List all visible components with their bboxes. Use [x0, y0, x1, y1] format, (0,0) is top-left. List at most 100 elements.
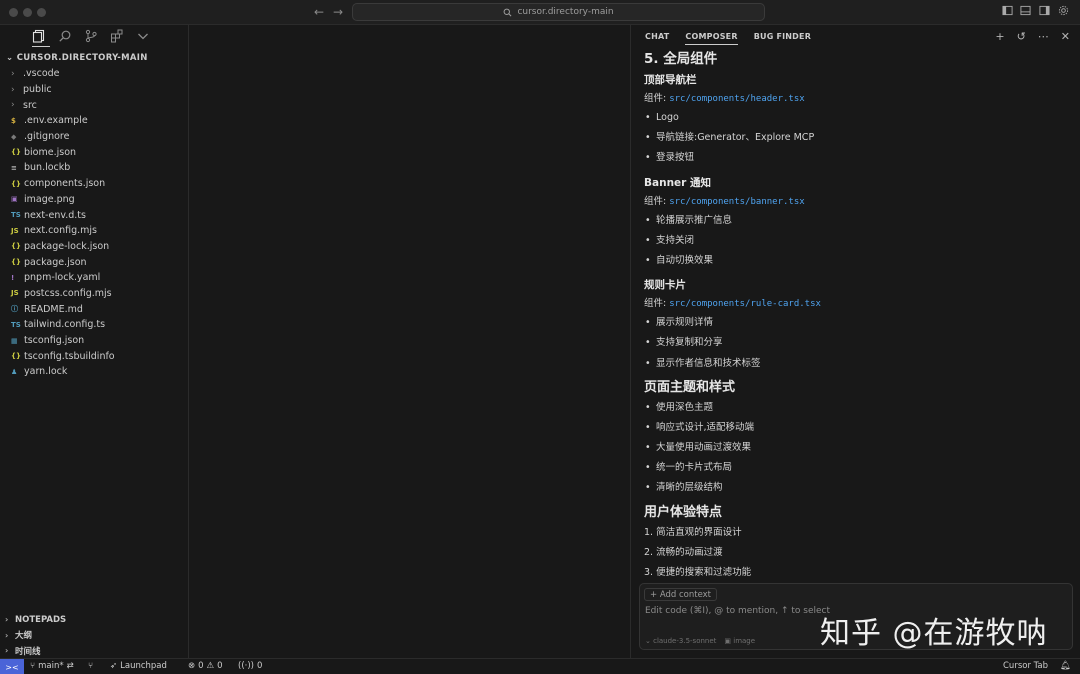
- file-type-icon: TS: [11, 211, 21, 220]
- tree-item-label: image.png: [24, 193, 75, 205]
- activity-bar: [32, 29, 150, 43]
- tree-file[interactable]: ▦ tsconfig.json: [0, 333, 189, 349]
- file-type-icon: {}: [11, 179, 21, 188]
- explorer-section[interactable]: › 大纲: [0, 628, 189, 644]
- close-window-button[interactable]: [9, 8, 18, 17]
- file-type-icon: ≡: [11, 163, 17, 172]
- composer-meta: ⌄ claude-3.5-sonnet ▣ image: [645, 637, 755, 645]
- command-center-search[interactable]: cursor.directory-main: [352, 3, 765, 21]
- chevron-down-icon: ⌄: [6, 53, 14, 63]
- tree-file[interactable]: ♟ yarn.lock: [0, 364, 189, 380]
- tree-file[interactable]: TS tailwind.config.ts: [0, 317, 189, 333]
- tree-file[interactable]: {} biome.json: [0, 144, 189, 160]
- watermark-text: 知乎 @在游牧呐: [820, 616, 1048, 651]
- tab-bug-finder[interactable]: BUG FINDER: [754, 32, 811, 45]
- toggle-panel-icon[interactable]: [1020, 5, 1031, 16]
- back-arrow-icon[interactable]: ←: [314, 5, 324, 19]
- bullet-item: 轮播展示推广信息: [644, 211, 1069, 231]
- bullet-item: Logo: [644, 108, 1069, 128]
- branch-name: main*: [38, 661, 64, 671]
- bullet-item: 清晰的层级结构: [644, 478, 1069, 498]
- chevron-down-icon[interactable]: [136, 29, 150, 43]
- tab-composer[interactable]: COMPOSER: [685, 32, 738, 45]
- file-type-icon: !: [11, 273, 15, 282]
- notifications-bell-icon[interactable]: 🔔︎: [1060, 661, 1071, 671]
- history-icon[interactable]: ↺: [1017, 30, 1026, 43]
- numbered-item: 2. 流畅的动画过渡: [644, 546, 723, 558]
- branch-indicator[interactable]: ⑂ main* ⇄: [30, 661, 74, 671]
- remote-indicator-icon[interactable]: ><: [0, 659, 24, 674]
- component-label: 组件:: [644, 298, 667, 310]
- problems-indicator[interactable]: ⊗ 0 ⚠ 0: [188, 661, 223, 671]
- chevron-right-icon: ›: [11, 84, 15, 95]
- more-actions-icon[interactable]: ⋯: [1038, 30, 1049, 43]
- tree-folder[interactable]: › public: [0, 82, 189, 98]
- component-path: src/components/header.tsx: [669, 94, 805, 104]
- tree-folder[interactable]: › src: [0, 97, 189, 113]
- tree-file[interactable]: TS next-env.d.ts: [0, 207, 189, 223]
- explorer-root-label: CURSOR.DIRECTORY-MAIN: [16, 53, 148, 63]
- file-type-icon: {}: [11, 258, 21, 267]
- tree-file[interactable]: {} package.json: [0, 254, 189, 270]
- tab-chat[interactable]: CHAT: [645, 32, 669, 45]
- numbered-item: 1. 简洁直观的界面设计: [644, 526, 742, 538]
- component-heading: 规则卡片: [644, 279, 686, 292]
- image-attach-button[interactable]: ▣ image: [724, 637, 755, 645]
- file-type-icon: ▦: [11, 336, 18, 345]
- launchpad-button[interactable]: ➶ Launchpad: [110, 661, 167, 671]
- ai-panel: CHAT COMPOSER BUG FINDER + ↺ ⋯ ✕ 5. 全局组件 顶部…: [632, 25, 1080, 658]
- bullet-item: 支持复制和分享: [644, 333, 1069, 353]
- new-chat-plus-icon[interactable]: +: [995, 30, 1004, 43]
- search-icon[interactable]: [58, 29, 72, 43]
- tree-folder[interactable]: › .vscode: [0, 66, 189, 82]
- composer-input-placeholder[interactable]: Edit code (⌘I), @ to mention, ↑ to selec…: [645, 606, 830, 616]
- rocket-icon: ➶: [110, 661, 118, 671]
- extensions-icon[interactable]: [110, 29, 124, 43]
- tree-file[interactable]: {} components.json: [0, 176, 189, 192]
- ports-indicator[interactable]: ((·)) 0: [238, 661, 262, 671]
- tree-item-label: .env.example: [24, 115, 88, 127]
- tree-file[interactable]: JS postcss.config.mjs: [0, 286, 189, 302]
- files-icon[interactable]: [32, 29, 46, 43]
- tree-file[interactable]: ⓘ README.md: [0, 301, 189, 317]
- settings-gear-icon[interactable]: [1058, 5, 1069, 16]
- tree-file[interactable]: JS next.config.mjs: [0, 223, 189, 239]
- launchpad-label: Launchpad: [120, 661, 167, 671]
- sync-icon: ⇄: [66, 661, 74, 671]
- broadcast-icon: ((·)): [238, 661, 254, 671]
- tree-file[interactable]: ! pnpm-lock.yaml: [0, 270, 189, 286]
- explorer-section[interactable]: › NOTEPADS: [0, 612, 189, 628]
- source-control-status-icon[interactable]: ⑂: [88, 661, 93, 671]
- add-context-button[interactable]: + Add context: [644, 588, 718, 601]
- model-selector[interactable]: ⌄ claude-3.5-sonnet: [645, 637, 716, 645]
- toggle-primary-sidebar-icon[interactable]: [1002, 5, 1013, 16]
- explorer-sidebar: ⌄ CURSOR.DIRECTORY-MAIN › .vscode › public ›…: [0, 25, 189, 658]
- tree-file[interactable]: $ .env.example: [0, 113, 189, 129]
- branch-icon: ⑂: [30, 661, 36, 671]
- tree-item-label: pnpm-lock.yaml: [24, 272, 101, 284]
- tree-item-label: package.json: [24, 256, 87, 268]
- close-icon[interactable]: ✕: [1061, 30, 1070, 43]
- panel-actions: + ↺ ⋯ ✕: [995, 30, 1070, 43]
- tree-file[interactable]: {} package-lock.json: [0, 239, 189, 255]
- toggle-secondary-sidebar-icon[interactable]: [1039, 5, 1050, 16]
- tree-file[interactable]: {} tsconfig.tsbuildinfo: [0, 348, 189, 364]
- file-tree: › .vscode › public › src $ .env.example ◆ .gitign…: [0, 66, 189, 380]
- tree-file[interactable]: ◆ .gitignore: [0, 129, 189, 145]
- explorer-root-folder[interactable]: ⌄ CURSOR.DIRECTORY-MAIN: [6, 53, 148, 63]
- minimize-window-button[interactable]: [23, 8, 32, 17]
- title-bar: ← → cursor.directory-main: [0, 0, 1080, 25]
- component-path-line: 组件: src/components/banner.tsx: [644, 192, 1069, 211]
- tree-item-label: tsconfig.json: [24, 335, 85, 347]
- tree-file[interactable]: ▣ image.png: [0, 192, 189, 208]
- tree-file[interactable]: ≡ bun.lockb: [0, 160, 189, 176]
- search-icon: [504, 8, 512, 16]
- source-control-icon[interactable]: [84, 29, 98, 43]
- section-label: 时间线: [15, 646, 41, 657]
- explorer-section[interactable]: › 时间线: [0, 643, 189, 659]
- maximize-window-button[interactable]: [37, 8, 46, 17]
- editor-area[interactable]: [190, 25, 631, 658]
- cursor-tab-button[interactable]: Cursor Tab: [1003, 661, 1048, 671]
- section-heading: 用户体验特点: [644, 504, 723, 520]
- forward-arrow-icon[interactable]: →: [333, 5, 343, 19]
